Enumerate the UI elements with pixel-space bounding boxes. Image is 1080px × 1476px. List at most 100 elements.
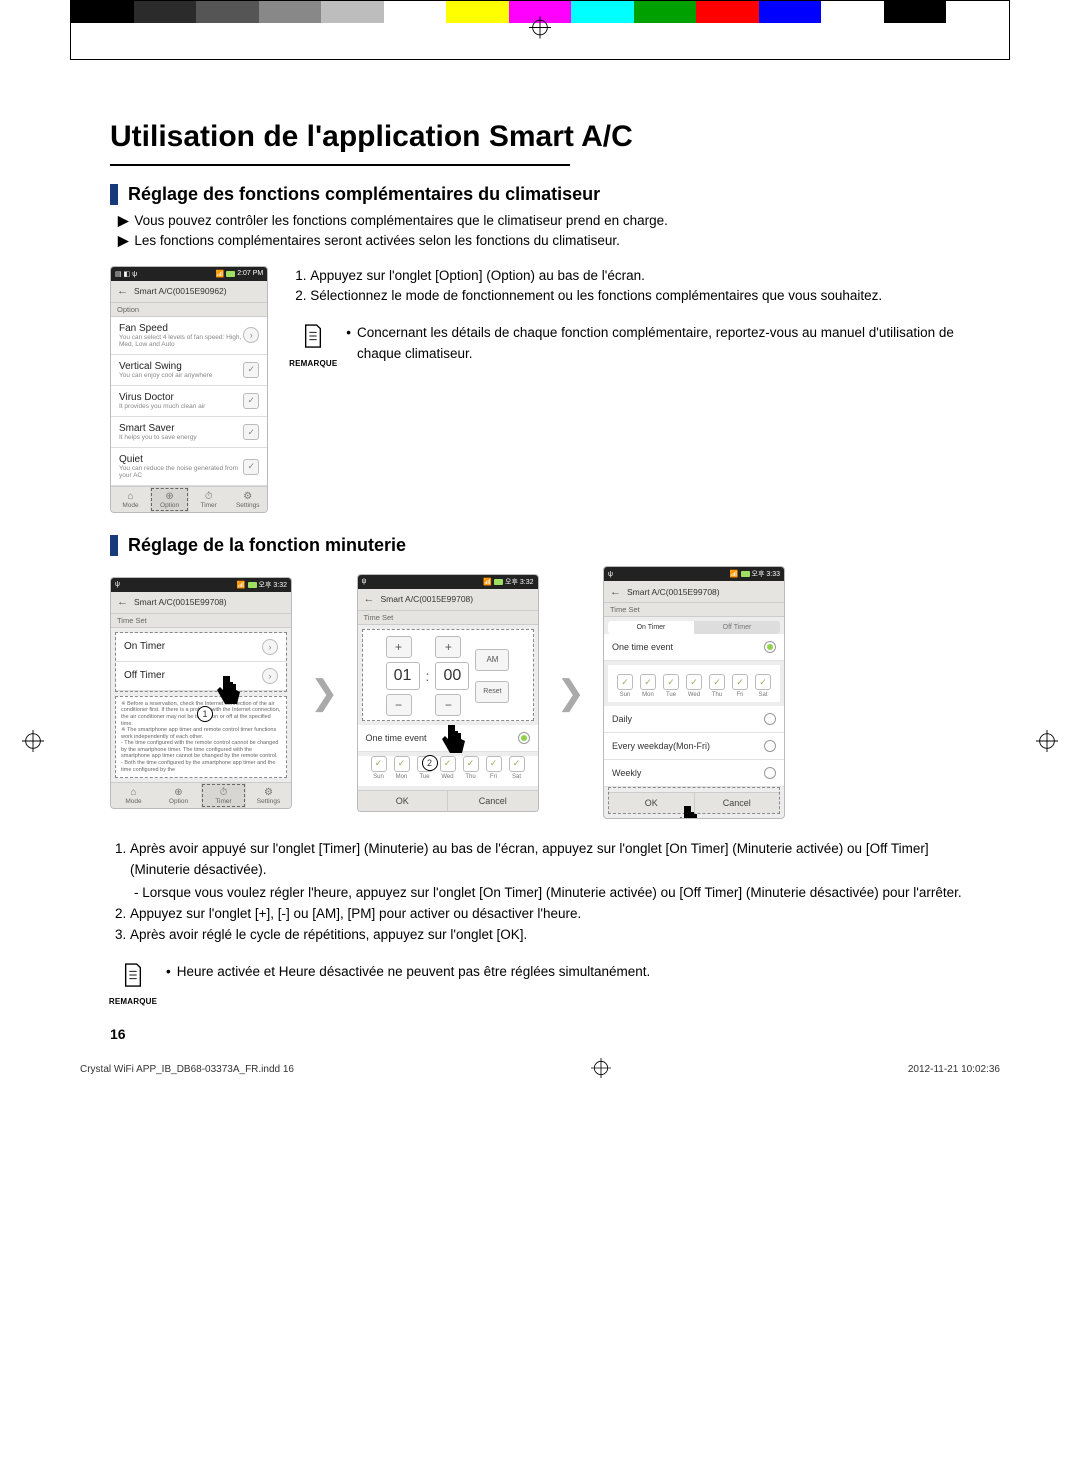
day-sat[interactable]: ✓Sat (507, 756, 527, 780)
registration-mark-icon (1036, 730, 1058, 757)
subbar: Option (111, 303, 267, 317)
printer-marks (70, 0, 1010, 60)
chevron-right-icon: ❯ (557, 673, 586, 713)
section1-bullets: ▶Vous pouvez contrôler les fonctions com… (118, 211, 970, 252)
radio-icon (764, 713, 776, 725)
timer-sequence: ψ📶 오후 3:32 ←Smart A/C(0015E99708) Time S… (110, 566, 970, 819)
day-mon[interactable]: ✓Mon (638, 674, 658, 698)
print-footer: Crystal WiFi APP_IB_DB68-03373A_FR.indd … (0, 1042, 1080, 1089)
tab-option[interactable]: ⊕Option (156, 783, 201, 808)
note-label: REMARQUE (109, 996, 157, 1008)
repeat-option[interactable]: Every weekday(Mon-Fri) (604, 733, 784, 760)
back-icon[interactable]: ← (117, 285, 128, 297)
repeat-option[interactable]: Weekly (604, 760, 784, 787)
check-icon: ✓ (709, 674, 725, 690)
step-item: Appuyez sur l'onglet [+], [-] ou [AM], [… (130, 904, 970, 925)
tab-mode[interactable]: ⌂Mode (111, 783, 156, 808)
back-icon[interactable]: ← (364, 593, 375, 605)
option-row[interactable]: Virus DoctorIt provides you much clean a… (111, 386, 267, 417)
off-timer-row[interactable]: Off Timer› (116, 662, 286, 691)
bullet-text: Les fonctions complémentaires seront act… (134, 231, 620, 251)
hour-plus-button[interactable]: + (386, 636, 412, 658)
day-fri[interactable]: ✓Fri (484, 756, 504, 780)
content-area: Utilisation de l'application Smart A/C R… (0, 80, 1080, 1042)
day-tue[interactable]: ✓Tue (661, 674, 681, 698)
option-row[interactable]: Vertical SwingYou can enjoy cool air any… (111, 355, 267, 386)
screenshot-repeat-options: ψ📶 오후 3:33 ←Smart A/C(0015E99708) Time S… (603, 566, 785, 819)
step-item: Après avoir appuyé sur l'onglet [Timer] … (130, 839, 970, 904)
check-icon: ✓ (243, 393, 259, 409)
page-title: Utilisation de l'application Smart A/C (110, 120, 970, 154)
back-icon[interactable]: ← (610, 586, 621, 598)
registration-mark-icon (591, 1058, 611, 1081)
registration-mark-icon (529, 17, 551, 44)
option-row[interactable]: QuietYou can reduce the noise generated … (111, 448, 267, 486)
footer-file: Crystal WiFi APP_IB_DB68-03373A_FR.indd … (80, 1064, 294, 1075)
cancel-button[interactable]: Cancel (448, 790, 538, 811)
note-icon (122, 962, 144, 994)
back-icon[interactable]: ← (117, 596, 128, 608)
day-wed[interactable]: ✓Wed (684, 674, 704, 698)
subbar: Time Set (358, 611, 538, 625)
subbar: Time Set (111, 614, 291, 628)
note-icon (302, 323, 324, 355)
check-icon: ✓ (243, 362, 259, 378)
tab-timer[interactable]: ⏱Timer (201, 783, 246, 808)
tab-timer[interactable]: ⏱Timer (189, 487, 228, 512)
segmented-control[interactable]: On TimerOff Timer (608, 621, 780, 634)
note-label: REMARQUE (289, 358, 337, 370)
section2-heading: Réglage de la fonction minuterie (110, 535, 970, 556)
day-sat[interactable]: ✓Sat (753, 674, 773, 698)
check-icon: ✓ (371, 756, 387, 772)
day-thu[interactable]: ✓Thu (707, 674, 727, 698)
status-time: 2:07 PM (237, 270, 263, 277)
title-bar: ← Smart A/C(0015E90962) (111, 281, 267, 303)
screenshot-option-screen: ▤ ◧ ψ 📶 2:07 PM ← Smart A/C(0015E90962) … (110, 266, 268, 514)
minute-plus-button[interactable]: + (435, 636, 461, 658)
check-icon: ✓ (663, 674, 679, 690)
hour-minus-button[interactable]: − (386, 694, 412, 716)
radio-icon (764, 767, 776, 779)
ampm-button[interactable]: AM (475, 649, 509, 671)
check-icon: ✓ (755, 674, 771, 690)
ok-button[interactable]: OK (358, 790, 449, 811)
tab-mode[interactable]: ⌂Mode (111, 487, 150, 512)
bullet-text: Vous pouvez contrôler les fonctions comp… (134, 211, 668, 231)
note-text: Concernant les détails de chaque fonctio… (357, 323, 970, 364)
title-bar: ←Smart A/C(0015E99708) (111, 592, 291, 614)
section2-steps: Après avoir appuyé sur l'onglet [Timer] … (110, 839, 970, 946)
note-text: Heure activée et Heure désactivée ne peu… (177, 962, 651, 982)
note-block: REMARQUE •Heure activée et Heure désacti… (110, 962, 970, 1008)
chevron-right-icon: › (243, 327, 259, 343)
radio-icon (764, 641, 776, 653)
note-block: REMARQUE •Concernant les détails de chaq… (290, 323, 970, 369)
hour-value: 01 (386, 662, 420, 690)
check-icon: ✓ (486, 756, 502, 772)
tab-option[interactable]: ⊕Option (150, 487, 189, 512)
time-picker-panel: +01− : +00− AMReset (362, 629, 534, 721)
status-bar: ψ📶 오후 3:32 (358, 575, 538, 589)
cancel-button[interactable]: Cancel (695, 792, 780, 813)
radio-icon (518, 732, 530, 744)
day-fri[interactable]: ✓Fri (730, 674, 750, 698)
status-right: 📶 2:07 PM (215, 270, 263, 278)
section1-heading: Réglage des fonctions complémentaires du… (110, 184, 970, 205)
day-sun[interactable]: ✓Sun (369, 756, 389, 780)
check-icon: ✓ (243, 459, 259, 475)
status-left-icons: ▤ ◧ ψ (115, 270, 137, 278)
minute-minus-button[interactable]: − (435, 694, 461, 716)
tab-settings[interactable]: ⚙Settings (246, 783, 291, 808)
tab-settings[interactable]: ⚙Settings (228, 487, 267, 512)
on-timer-row[interactable]: On Timer› (116, 633, 286, 662)
repeat-option[interactable]: Daily (604, 706, 784, 733)
day-sun[interactable]: ✓Sun (615, 674, 635, 698)
repeat-option[interactable]: One time event (604, 634, 784, 661)
option-row[interactable]: Smart SaverIt helps you to save energy✓ (111, 417, 267, 448)
section1-steps: Appuyez sur l'onglet [Option] (Option) a… (290, 266, 970, 370)
day-mon[interactable]: ✓Mon (392, 756, 412, 780)
check-icon: ✓ (732, 674, 748, 690)
tab-bar: ⌂Mode⊕Option⏱Timer⚙Settings (111, 486, 267, 512)
option-row[interactable]: Fan SpeedYou can select 4 levels of fan … (111, 317, 267, 355)
screenshot-time-picker: ψ📶 오후 3:32 ←Smart A/C(0015E99708) Time S… (357, 574, 539, 812)
reset-button[interactable]: Reset (475, 681, 509, 703)
